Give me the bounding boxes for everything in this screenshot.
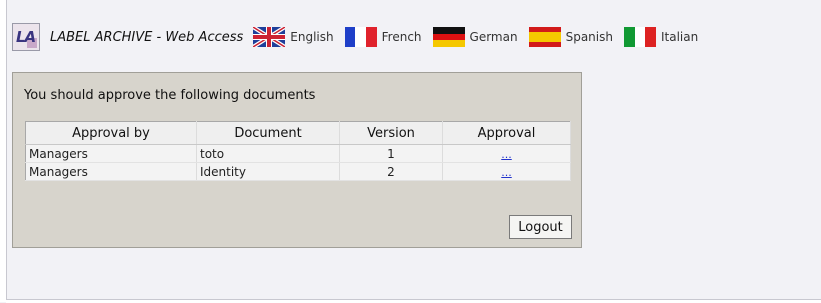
language-english[interactable]: English bbox=[253, 27, 334, 47]
bottom-frame-border bbox=[6, 299, 821, 303]
approval-panel: You should approve the following documen… bbox=[12, 72, 582, 248]
france-flag-icon[interactable] bbox=[344, 27, 377, 47]
documents-table: Approval by Document Version Approval Ma… bbox=[25, 121, 571, 181]
spain-flag-icon[interactable] bbox=[528, 27, 561, 47]
cell-approval: ... bbox=[442, 144, 571, 163]
language-label-german[interactable]: German bbox=[470, 30, 518, 44]
cell-document: toto bbox=[196, 144, 340, 163]
table-row: Managers toto 1 ... bbox=[25, 144, 571, 163]
cell-approval-by: Managers bbox=[25, 144, 197, 163]
approval-link[interactable]: ... bbox=[501, 148, 512, 161]
table-header-row: Approval by Document Version Approval bbox=[25, 121, 571, 145]
approval-link[interactable]: ... bbox=[501, 166, 512, 179]
logout-button[interactable]: Logout bbox=[509, 215, 572, 239]
left-frame-border bbox=[0, 0, 7, 302]
language-label-italian[interactable]: Italian bbox=[661, 30, 698, 44]
language-italian[interactable]: Italian bbox=[623, 27, 698, 47]
cell-version: 1 bbox=[339, 144, 443, 163]
app-title: LABEL ARCHIVE - Web Access bbox=[50, 29, 244, 45]
language-label-french[interactable]: French bbox=[382, 30, 422, 44]
column-header-version: Version bbox=[339, 121, 443, 145]
language-german[interactable]: German bbox=[432, 27, 518, 47]
header: LA LABEL ARCHIVE - Web Access English Fr… bbox=[12, 21, 709, 53]
label-archive-logo-icon: LA bbox=[12, 23, 40, 51]
cell-approval-by: Managers bbox=[25, 162, 197, 181]
language-label-spanish[interactable]: Spanish bbox=[566, 30, 613, 44]
cell-version: 2 bbox=[339, 162, 443, 181]
column-header-document: Document bbox=[196, 121, 340, 145]
column-header-approval-by: Approval by bbox=[25, 121, 197, 145]
cell-document: Identity bbox=[196, 162, 340, 181]
italy-flag-icon[interactable] bbox=[623, 27, 656, 47]
uk-flag-icon[interactable] bbox=[253, 27, 286, 47]
column-header-approval: Approval bbox=[442, 121, 571, 145]
germany-flag-icon[interactable] bbox=[432, 27, 465, 47]
language-spanish[interactable]: Spanish bbox=[528, 27, 613, 47]
table-row: Managers Identity 2 ... bbox=[25, 162, 571, 181]
language-french[interactable]: French bbox=[344, 27, 422, 47]
language-label-english[interactable]: English bbox=[290, 30, 333, 44]
cell-approval: ... bbox=[442, 162, 571, 181]
panel-title: You should approve the following documen… bbox=[24, 88, 316, 103]
